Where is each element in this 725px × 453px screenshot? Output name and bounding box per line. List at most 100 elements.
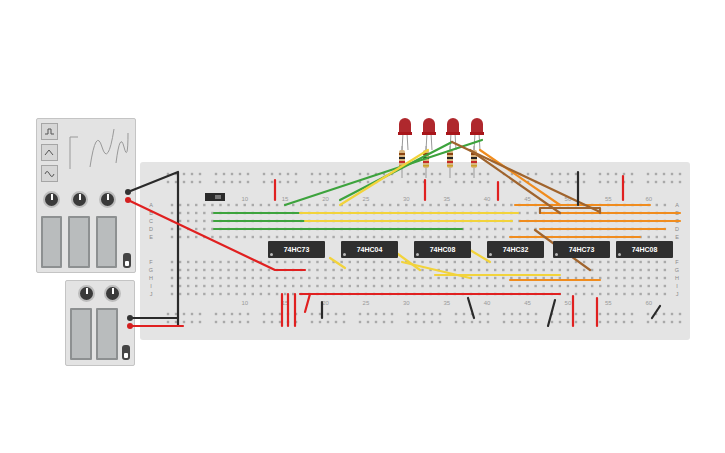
wire[interactable]	[596, 298, 598, 326]
wire[interactable]	[480, 150, 560, 205]
wave-button[interactable]	[41, 123, 58, 140]
hole	[494, 220, 496, 222]
wire[interactable]	[300, 293, 560, 295]
led[interactable]	[470, 118, 484, 178]
hole	[308, 269, 310, 271]
wire[interactable]	[435, 274, 560, 276]
hole	[340, 285, 342, 287]
ic-chip[interactable]: 74HC73	[268, 241, 325, 258]
wire[interactable]	[468, 298, 474, 318]
wire[interactable]	[540, 208, 600, 213]
hole	[567, 220, 569, 222]
wire[interactable]	[128, 172, 178, 326]
rail-hole	[415, 321, 417, 323]
wire[interactable]	[340, 150, 428, 205]
wire[interactable]	[572, 296, 574, 326]
wire[interactable]	[548, 300, 555, 326]
wire[interactable]	[340, 142, 452, 200]
hole	[300, 269, 302, 271]
rail-hole	[511, 313, 513, 315]
led-leg	[402, 133, 403, 150]
hole	[615, 228, 617, 230]
terminal[interactable]	[127, 323, 133, 329]
wire[interactable]	[402, 262, 470, 278]
display	[96, 216, 117, 268]
led[interactable]	[446, 118, 460, 178]
wire[interactable]	[128, 200, 305, 270]
rail-hole	[663, 173, 665, 175]
knob[interactable]	[99, 191, 116, 208]
wire[interactable]	[214, 212, 462, 214]
switch-knob	[124, 353, 128, 358]
wire[interactable]	[330, 258, 345, 268]
wire[interactable]	[452, 142, 600, 212]
rail-hole	[287, 173, 289, 175]
wire[interactable]	[577, 172, 579, 205]
ic-chip[interactable]: 74HC73	[553, 241, 610, 258]
hole	[656, 236, 658, 238]
knob[interactable]	[78, 285, 95, 302]
ic-chip[interactable]: 74HC08	[616, 241, 673, 258]
knob[interactable]	[43, 191, 60, 208]
hole	[551, 204, 553, 206]
hole	[252, 293, 254, 295]
knob[interactable]	[71, 191, 88, 208]
hole	[591, 261, 593, 263]
hole	[316, 204, 318, 206]
led-leg	[450, 133, 451, 150]
wire[interactable]	[510, 279, 600, 281]
hole	[292, 285, 294, 287]
wire[interactable]	[214, 220, 430, 222]
hole	[510, 236, 512, 238]
led[interactable]	[422, 118, 436, 178]
power-switch[interactable]	[123, 253, 131, 268]
wire[interactable]	[540, 228, 665, 230]
wire[interactable]	[497, 182, 499, 200]
wire[interactable]	[130, 317, 178, 319]
wire[interactable]	[294, 294, 296, 326]
terminal[interactable]	[127, 315, 133, 321]
wire[interactable]	[281, 294, 283, 326]
wire[interactable]	[214, 228, 462, 230]
wire[interactable]	[470, 150, 560, 213]
hole	[292, 269, 294, 271]
ic-chip[interactable]: 74HC08	[414, 241, 471, 258]
wire[interactable]	[652, 306, 660, 318]
rail-hole	[335, 173, 337, 175]
power-switch[interactable]	[122, 345, 130, 360]
power-supply[interactable]	[65, 280, 135, 366]
terminal[interactable]	[125, 189, 131, 195]
hole	[534, 212, 536, 214]
row-label: A	[675, 202, 679, 208]
wire[interactable]	[540, 212, 680, 214]
terminal[interactable]	[125, 197, 131, 203]
wire[interactable]	[622, 176, 624, 200]
wire[interactable]	[305, 294, 310, 312]
led[interactable]	[398, 118, 412, 178]
function-generator[interactable]	[36, 118, 136, 273]
wire[interactable]	[300, 212, 518, 214]
slide-switch[interactable]	[205, 193, 225, 201]
wave-icon	[44, 147, 55, 158]
hole	[203, 293, 205, 295]
wire[interactable]	[130, 325, 183, 327]
wire[interactable]	[321, 302, 323, 318]
wave-button[interactable]	[41, 144, 58, 161]
hole	[373, 285, 375, 287]
wire[interactable]	[515, 204, 650, 206]
wire[interactable]	[305, 220, 512, 222]
wave-button[interactable]	[41, 165, 58, 182]
ic-chip[interactable]: 74HC32	[487, 241, 544, 258]
ic-chip[interactable]: 74HC04	[341, 241, 398, 258]
hole	[518, 236, 520, 238]
hole	[171, 204, 173, 206]
knob[interactable]	[104, 285, 121, 302]
hole	[551, 220, 553, 222]
rail-hole	[247, 181, 249, 183]
wire[interactable]	[424, 180, 426, 200]
wire[interactable]	[274, 180, 276, 200]
wire[interactable]	[285, 140, 482, 205]
wire[interactable]	[520, 220, 680, 222]
wire[interactable]	[287, 294, 289, 326]
wire[interactable]	[510, 236, 640, 238]
